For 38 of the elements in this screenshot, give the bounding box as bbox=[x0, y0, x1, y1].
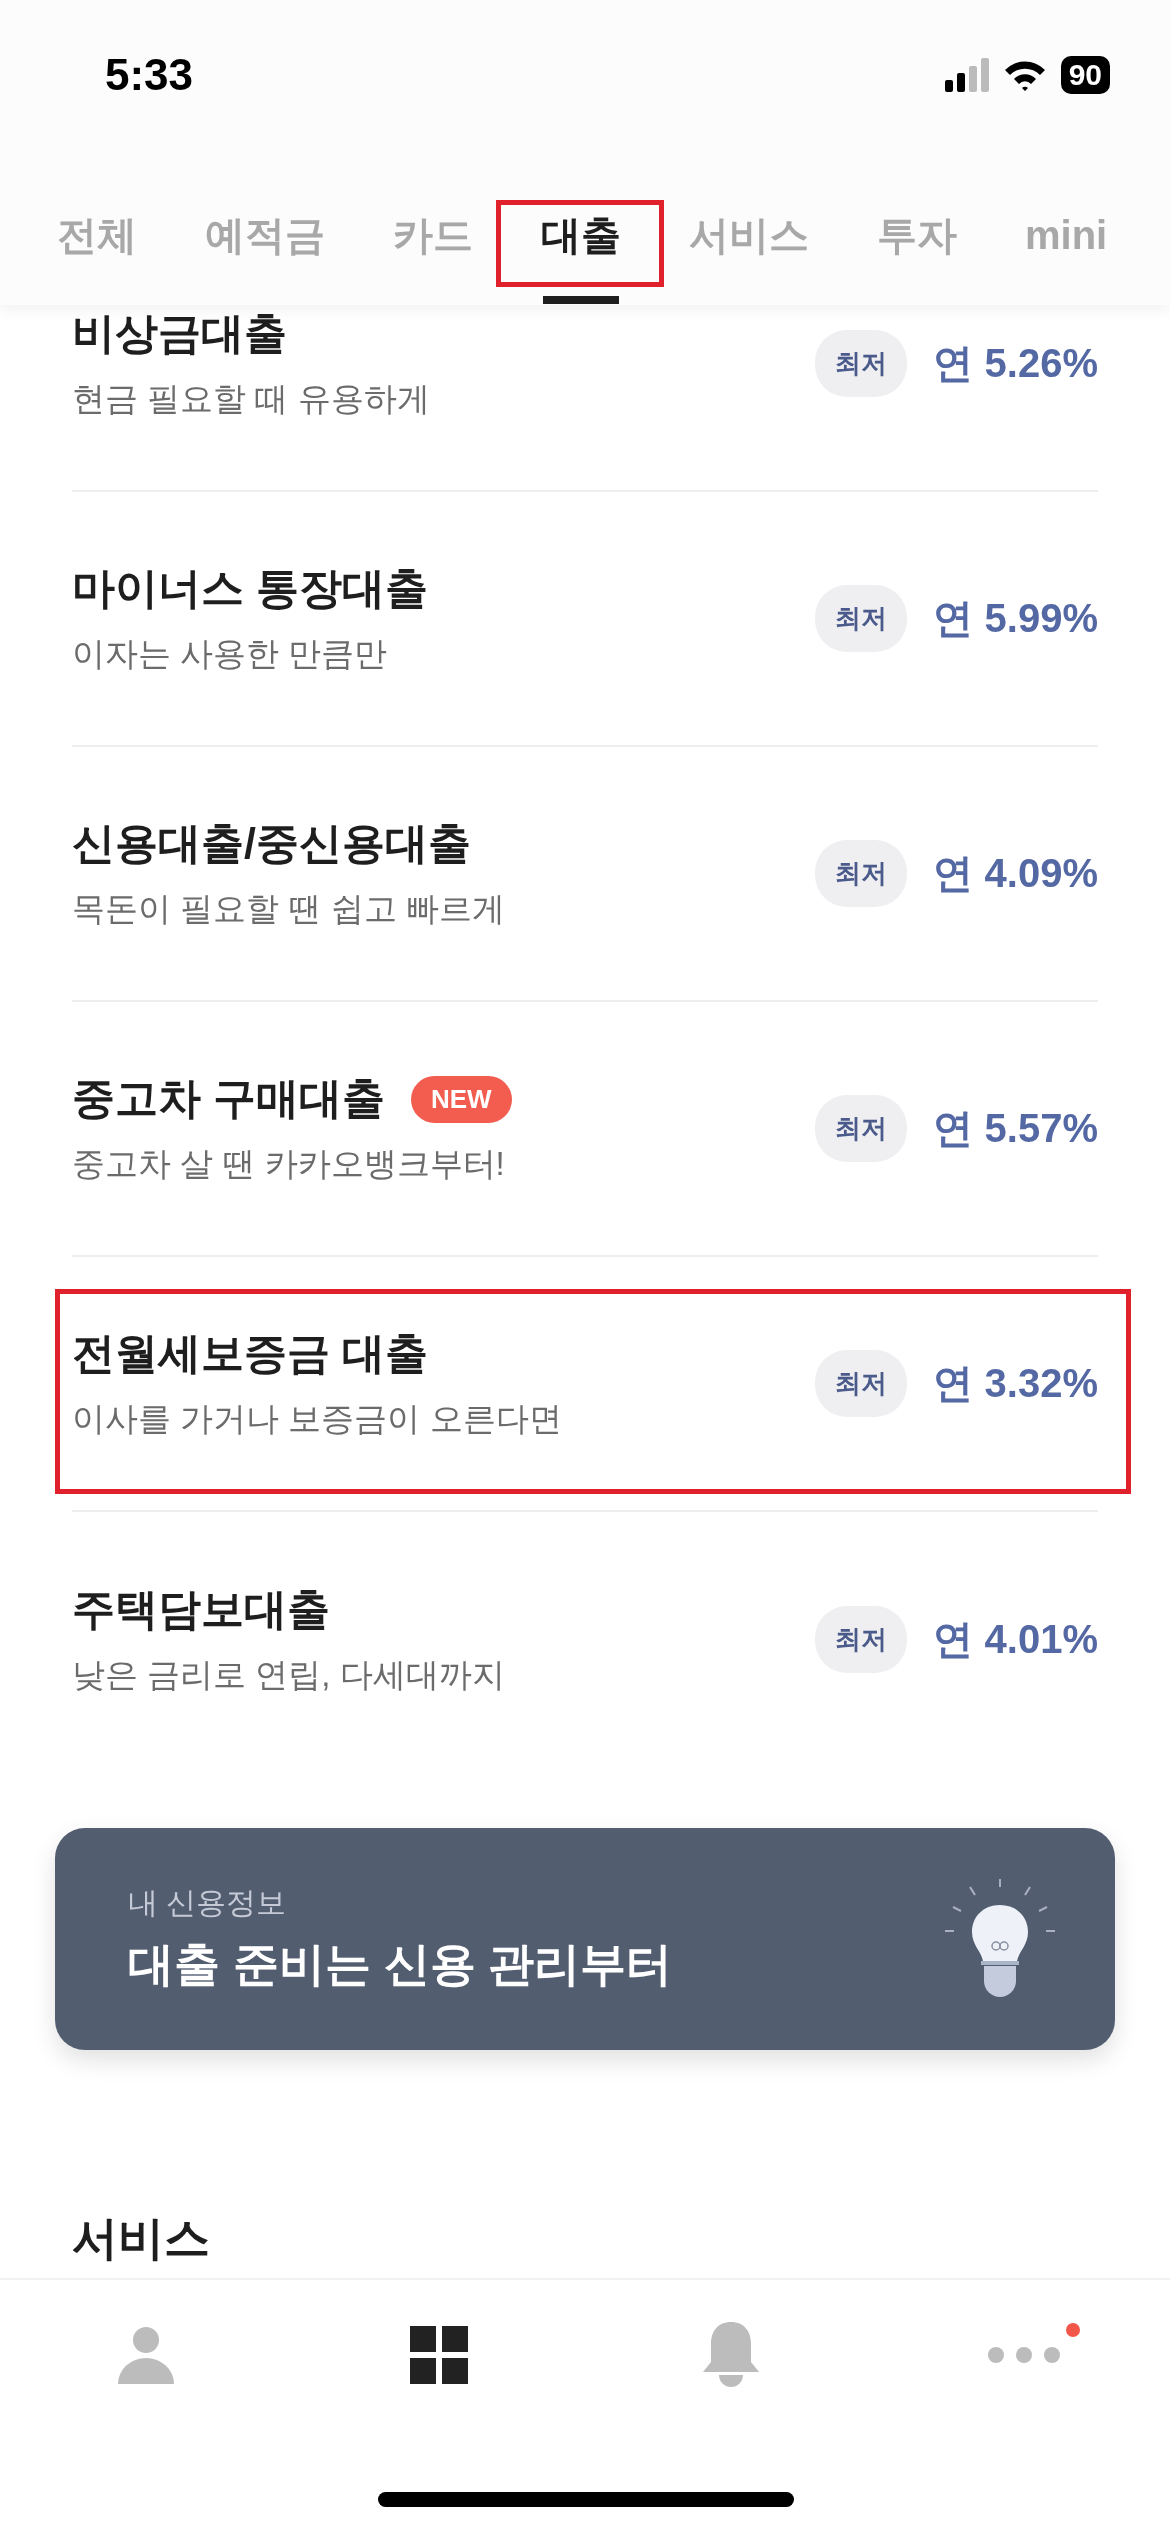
credit-banner[interactable]: 내 신용정보 대출 준비는 신용 관리부터 bbox=[55, 1828, 1115, 2050]
interest-rate: 연 5.57% bbox=[933, 1105, 1098, 1152]
lowest-label: 최저 bbox=[815, 585, 908, 652]
more-icon[interactable] bbox=[987, 2347, 1060, 2363]
lowest-label: 최저 bbox=[815, 330, 908, 397]
lightbulb-icon bbox=[945, 1879, 1055, 1999]
bell-icon[interactable] bbox=[703, 2322, 760, 2388]
loan-description: 이자는 사용한 만큼만 bbox=[72, 634, 389, 674]
loan-description: 이사를 가거나 보증금이 오른다면 bbox=[72, 1399, 562, 1439]
new-badge: NEW bbox=[410, 1075, 512, 1123]
banner-title: 대출 준비는 신용 관리부터 bbox=[128, 1936, 673, 1992]
category-tab[interactable]: 대출 bbox=[541, 210, 621, 260]
lowest-label: 최저 bbox=[815, 840, 908, 907]
signal-icon bbox=[944, 58, 989, 92]
loan-title[interactable]: 신용대출/중신용대출 bbox=[72, 815, 471, 873]
loan-description: 낮은 금리로 연립, 다세대까지 bbox=[72, 1655, 505, 1695]
lowest-label: 최저 bbox=[815, 1606, 908, 1673]
loan-title[interactable]: 전월세보증금 대출 bbox=[72, 1325, 428, 1383]
loan-description: 현금 필요할 때 유용하게 bbox=[72, 379, 430, 419]
interest-rate: 연 5.99% bbox=[933, 595, 1098, 642]
interest-rate: 연 3.32% bbox=[933, 1360, 1098, 1407]
loan-title[interactable]: 마이너스 통장대출 bbox=[72, 560, 428, 618]
banner-caption: 내 신용정보 bbox=[128, 1884, 288, 1921]
battery-level: 90 bbox=[1060, 56, 1110, 94]
lowest-label: 최저 bbox=[815, 1350, 908, 1417]
grid-icon[interactable] bbox=[409, 2326, 468, 2384]
interest-rate: 연 4.01% bbox=[933, 1616, 1098, 1663]
interest-rate: 연 4.09% bbox=[933, 850, 1098, 897]
loan-description: 중고차 살 땐 카카오뱅크부터! bbox=[72, 1144, 506, 1184]
status-time: 5:33 bbox=[105, 50, 194, 100]
loan-description: 목돈이 필요할 땐 쉽고 빠르게 bbox=[72, 889, 505, 929]
section-heading: 서비스 bbox=[72, 2211, 211, 2266]
person-icon[interactable] bbox=[118, 2326, 175, 2384]
interest-rate: 연 5.26% bbox=[933, 340, 1098, 387]
loan-title[interactable]: 비상금대출 bbox=[72, 305, 287, 363]
loan-title[interactable]: 중고차 구매대출 bbox=[72, 1070, 385, 1128]
loan-title[interactable]: 주택담보대출 bbox=[72, 1581, 330, 1639]
lowest-label: 최저 bbox=[815, 1095, 908, 1162]
